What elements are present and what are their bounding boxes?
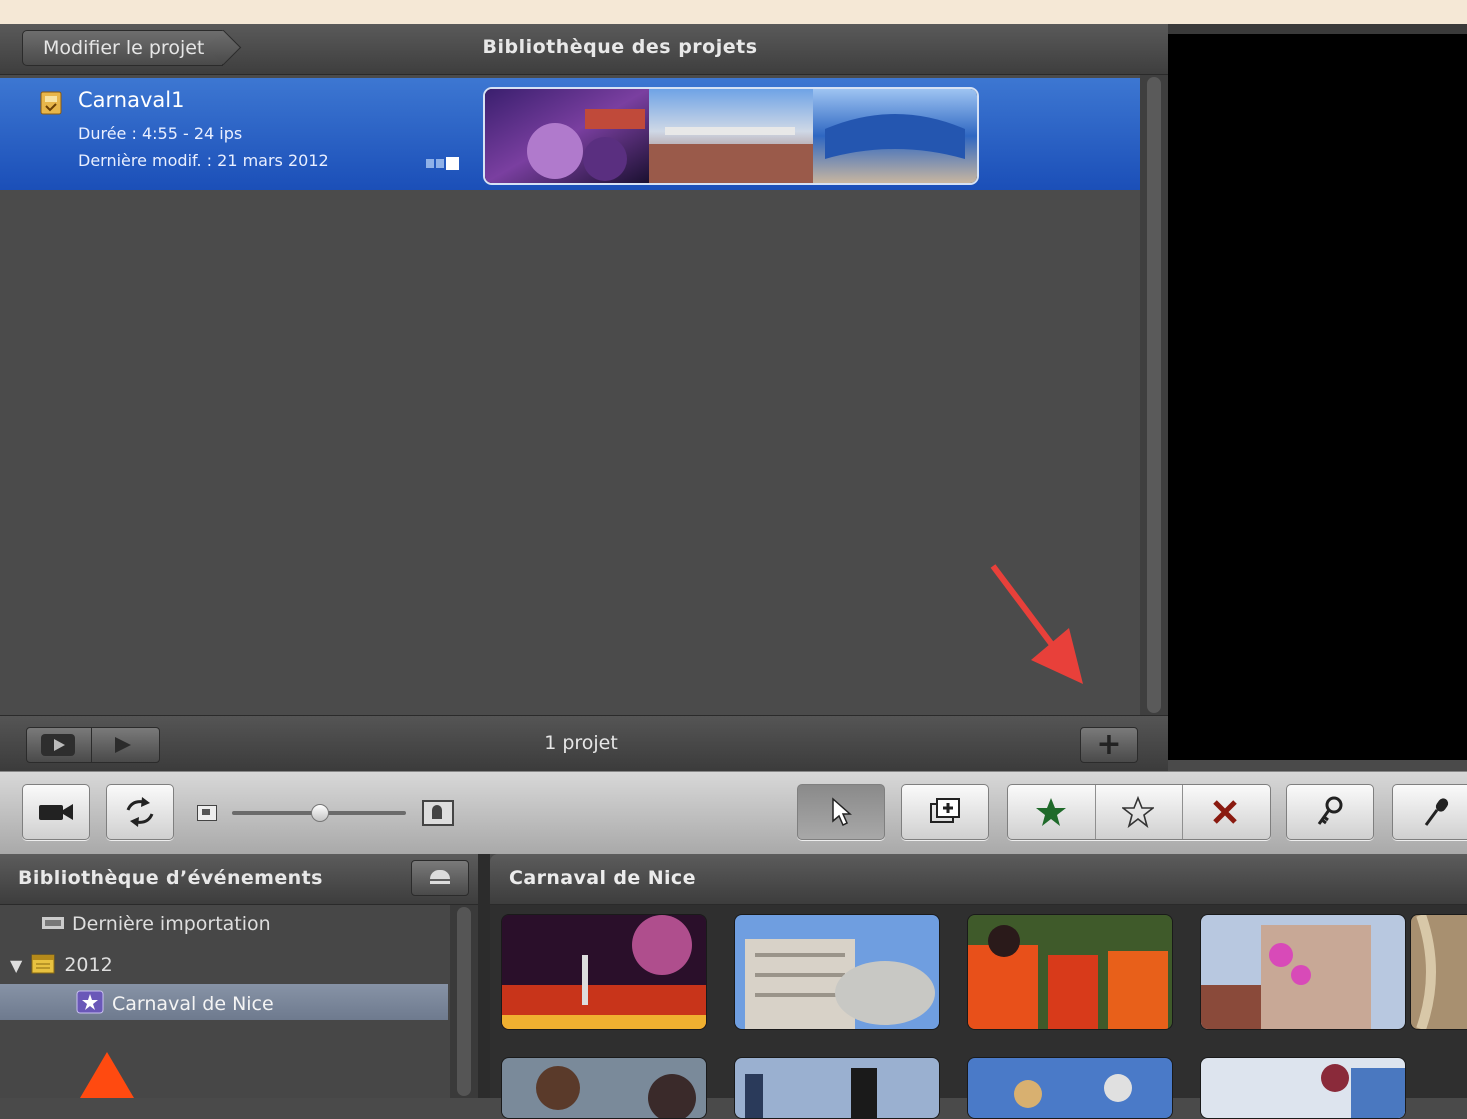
pointer-icon (832, 797, 852, 827)
clip-thumbnail[interactable] (967, 1057, 1173, 1119)
event-library-title: Bibliothèque d’événements (18, 867, 323, 889)
clip-thumbnail[interactable] (1200, 914, 1406, 1030)
rating-button-group (1007, 784, 1271, 840)
project-count: 1 projet (544, 732, 618, 754)
scrollbar-thumb[interactable] (1147, 77, 1161, 713)
swap-libraries-button[interactable] (106, 784, 174, 840)
select-tool-button[interactable] (797, 784, 885, 840)
disclosure-triangle-icon[interactable]: ▼ (10, 956, 22, 975)
camera-icon (39, 804, 73, 820)
clip-thumbnail[interactable] (1200, 1057, 1406, 1119)
event-star-icon (76, 990, 104, 1014)
add-clip-icon (930, 798, 960, 823)
project-library-footer: 1 projet + (0, 715, 1168, 772)
project-library-header: Modifier le projet Bibliothèque des proj… (0, 24, 1168, 75)
clip-thumbnail[interactable] (501, 1057, 707, 1119)
event-item-label: Dernière importation (72, 913, 271, 935)
annotation-arrow-orange (80, 1052, 134, 1098)
project-row[interactable]: Carnaval1 Durée : 4:55 - 24 ips Dernière… (0, 78, 1140, 190)
voiceover-mic-icon (1424, 798, 1449, 826)
calendar-icon (31, 954, 55, 974)
keyword-button[interactable] (1286, 784, 1374, 840)
event-item-last-import[interactable]: Dernière importation (40, 913, 271, 935)
clip-thumbnail[interactable] (734, 914, 940, 1030)
clip-thumbnail[interactable] (1410, 914, 1467, 1030)
project-size-indicator (426, 153, 461, 172)
small-thumbnail-icon (197, 805, 217, 821)
event-item-label: 2012 (64, 954, 113, 976)
keyword-icon (1317, 796, 1343, 825)
scrollbar-thumb[interactable] (457, 907, 471, 1096)
panel-divider (478, 854, 490, 1098)
favorite-star-icon[interactable] (1035, 796, 1067, 828)
project-list-scrollbar[interactable] (1140, 75, 1168, 715)
project-filmstrip[interactable] (483, 87, 979, 185)
project-duration: Durée : 4:55 - 24 ips (78, 124, 243, 143)
reject-x-icon[interactable] (1211, 798, 1239, 826)
eject-button[interactable] (411, 860, 469, 896)
thumbnail-size-slider[interactable] (232, 804, 406, 822)
main-toolbar (0, 771, 1467, 854)
event-library-scrollbar[interactable] (450, 905, 478, 1098)
event-browser-title: Carnaval de Nice (509, 867, 696, 889)
clip-thumbnail[interactable] (501, 914, 707, 1030)
viewer-panel (1168, 24, 1467, 760)
clip-thumbnail[interactable] (967, 914, 1173, 1030)
camera-import-button[interactable] (22, 784, 90, 840)
swap-icon (126, 797, 154, 827)
top-strip (0, 0, 1467, 24)
event-item-year-2012[interactable]: ▼ 2012 (10, 952, 113, 976)
event-browser-header: Carnaval de Nice (490, 854, 1467, 905)
project-name: Carnaval1 (78, 88, 185, 112)
project-modified-date: Dernière modif. : 21 mars 2012 (78, 151, 329, 170)
thumbnail-size-knob[interactable] (311, 804, 329, 822)
add-to-project-button[interactable] (901, 784, 989, 840)
project-icon (40, 91, 62, 115)
event-item-carnaval[interactable]: Carnaval de Nice (76, 990, 274, 1015)
unmark-star-icon[interactable] (1122, 796, 1154, 828)
event-library-header: Bibliothèque d’événements (0, 854, 478, 905)
project-library-title: Bibliothèque des projets (482, 36, 758, 58)
event-item-label: Carnaval de Nice (112, 993, 274, 1015)
large-thumbnail-icon (422, 800, 454, 826)
viewer-top-edge (1168, 24, 1467, 34)
annotation-arrow-red (990, 564, 1083, 684)
clip-thumbnail[interactable] (734, 1057, 940, 1119)
voiceover-button[interactable] (1392, 784, 1467, 840)
new-project-button[interactable]: + (1080, 727, 1138, 763)
import-icon (42, 917, 64, 929)
